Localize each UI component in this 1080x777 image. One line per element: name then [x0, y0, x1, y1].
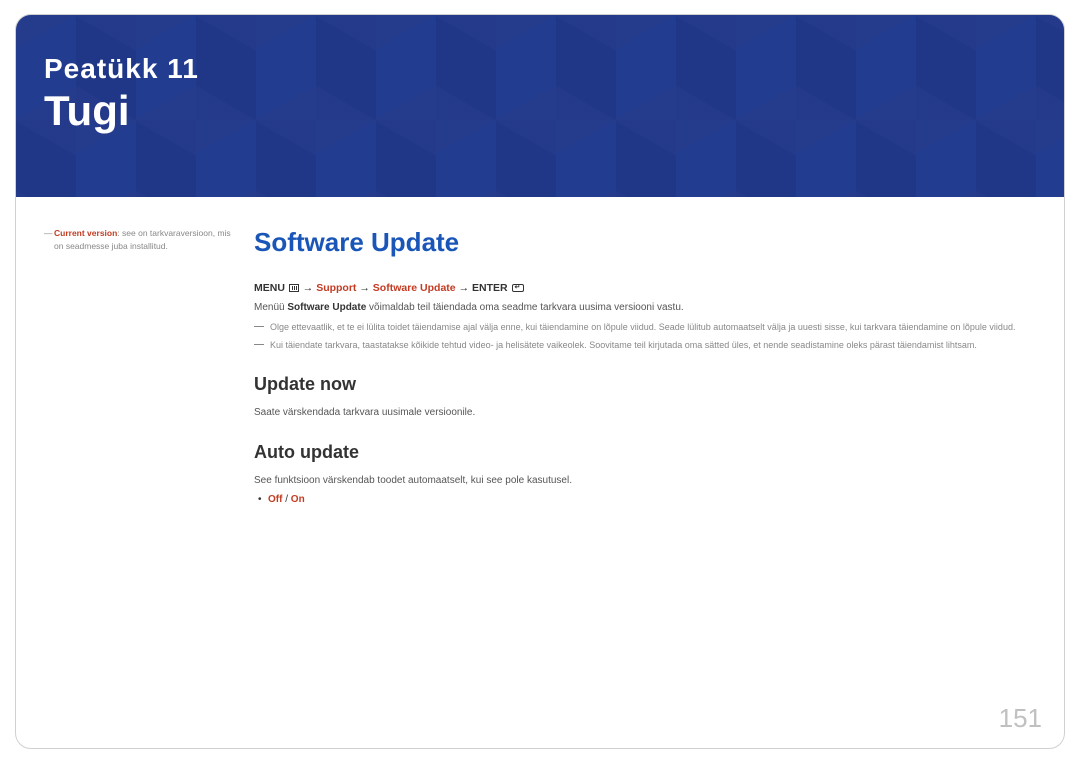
- note-1-text: Olge ettevaatlik, et te ei lülita toidet…: [270, 322, 1015, 332]
- option-sep: /: [282, 494, 290, 505]
- arrow-1: →: [303, 282, 314, 294]
- option-off: Off: [268, 494, 282, 505]
- dash-icon: [254, 344, 264, 345]
- auto-update-text: See funktsioon värskendab toodet automaa…: [254, 473, 1036, 488]
- update-now-text: Saate värskendada tarkvara uusimale vers…: [254, 405, 1036, 420]
- intro-bold: Software Update: [287, 302, 366, 313]
- arrow-3: →: [459, 282, 470, 294]
- auto-update-options: Off / On: [254, 494, 1036, 505]
- arrow-2: →: [359, 282, 370, 294]
- chapter-label: Peatükk 11: [44, 53, 1036, 85]
- sidebar-note: ― Current version: see on tarkvaraversio…: [44, 227, 236, 253]
- update-now-title: Update now: [254, 374, 1036, 395]
- menu-software-update: Software Update: [373, 282, 456, 294]
- sidebar: ― Current version: see on tarkvaraversio…: [44, 227, 254, 505]
- section-title: Software Update: [254, 227, 1036, 258]
- main-content: Software Update MENU → Support → Softwar…: [254, 227, 1036, 505]
- option-on: On: [291, 494, 305, 505]
- intro-pre: Menüü: [254, 302, 287, 313]
- menu-support: Support: [316, 282, 356, 294]
- chapter-header: Peatükk 11 Tugi: [16, 15, 1064, 197]
- enter-label: ENTER: [472, 282, 508, 294]
- dash-icon: [254, 326, 264, 327]
- menu-label: MENU: [254, 282, 285, 294]
- auto-update-title: Auto update: [254, 442, 1036, 463]
- menu-path: MENU → Support → Software Update → ENTER: [254, 282, 1036, 294]
- menu-icon: [289, 284, 299, 292]
- intro-text: Menüü Software Update võimaldab teil täi…: [254, 300, 1036, 315]
- chapter-title: Tugi: [44, 87, 1036, 135]
- note-2: Kui täiendate tarkvara, taastatakse kõik…: [254, 339, 1036, 353]
- note-1: Olge ettevaatlik, et te ei lülita toidet…: [254, 321, 1036, 335]
- note-2-text: Kui täiendate tarkvara, taastatakse kõik…: [270, 340, 977, 350]
- enter-icon: [512, 284, 524, 292]
- note-dash-icon: ―: [44, 227, 53, 240]
- sidebar-note-highlight: Current version: [54, 228, 117, 238]
- page-container: Peatükk 11 Tugi ― Current version: see o…: [15, 14, 1065, 749]
- content-area: ― Current version: see on tarkvaraversio…: [16, 197, 1064, 505]
- intro-post: võimaldab teil täiendada oma seadme tark…: [366, 302, 683, 313]
- page-number: 151: [999, 703, 1042, 734]
